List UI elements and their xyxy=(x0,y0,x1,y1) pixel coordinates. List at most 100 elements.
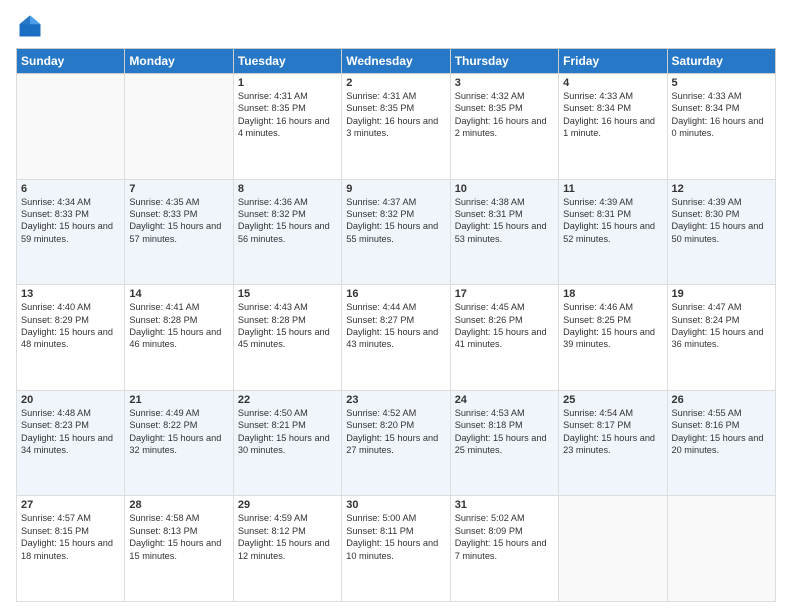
day-number: 9 xyxy=(346,183,445,195)
calendar-cell: 2Sunrise: 4:31 AM Sunset: 8:35 PM Daylig… xyxy=(342,74,450,180)
day-info: Sunrise: 4:31 AM Sunset: 8:35 PM Dayligh… xyxy=(238,90,337,140)
day-info: Sunrise: 4:33 AM Sunset: 8:34 PM Dayligh… xyxy=(563,90,662,140)
calendar-week-row: 20Sunrise: 4:48 AM Sunset: 8:23 PM Dayli… xyxy=(17,390,776,496)
day-info: Sunrise: 4:59 AM Sunset: 8:12 PM Dayligh… xyxy=(238,512,337,562)
day-number: 15 xyxy=(238,288,337,300)
day-number: 23 xyxy=(346,394,445,406)
day-info: Sunrise: 4:43 AM Sunset: 8:28 PM Dayligh… xyxy=(238,301,337,351)
calendar-week-row: 27Sunrise: 4:57 AM Sunset: 8:15 PM Dayli… xyxy=(17,496,776,602)
calendar-cell: 22Sunrise: 4:50 AM Sunset: 8:21 PM Dayli… xyxy=(233,390,341,496)
day-info: Sunrise: 4:33 AM Sunset: 8:34 PM Dayligh… xyxy=(672,90,771,140)
calendar-cell: 23Sunrise: 4:52 AM Sunset: 8:20 PM Dayli… xyxy=(342,390,450,496)
header xyxy=(16,12,776,40)
calendar-cell: 19Sunrise: 4:47 AM Sunset: 8:24 PM Dayli… xyxy=(667,285,775,391)
calendar-cell: 7Sunrise: 4:35 AM Sunset: 8:33 PM Daylig… xyxy=(125,179,233,285)
day-number: 8 xyxy=(238,183,337,195)
calendar-week-row: 13Sunrise: 4:40 AM Sunset: 8:29 PM Dayli… xyxy=(17,285,776,391)
day-info: Sunrise: 4:47 AM Sunset: 8:24 PM Dayligh… xyxy=(672,301,771,351)
day-number: 31 xyxy=(455,499,554,511)
day-number: 27 xyxy=(21,499,120,511)
day-number: 4 xyxy=(563,77,662,89)
weekday-header-row: SundayMondayTuesdayWednesdayThursdayFrid… xyxy=(17,49,776,74)
weekday-header-thursday: Thursday xyxy=(450,49,558,74)
day-info: Sunrise: 4:44 AM Sunset: 8:27 PM Dayligh… xyxy=(346,301,445,351)
calendar-cell: 26Sunrise: 4:55 AM Sunset: 8:16 PM Dayli… xyxy=(667,390,775,496)
calendar-cell: 10Sunrise: 4:38 AM Sunset: 8:31 PM Dayli… xyxy=(450,179,558,285)
day-info: Sunrise: 4:31 AM Sunset: 8:35 PM Dayligh… xyxy=(346,90,445,140)
page: SundayMondayTuesdayWednesdayThursdayFrid… xyxy=(0,0,792,612)
day-info: Sunrise: 4:48 AM Sunset: 8:23 PM Dayligh… xyxy=(21,407,120,457)
day-number: 24 xyxy=(455,394,554,406)
day-info: Sunrise: 4:46 AM Sunset: 8:25 PM Dayligh… xyxy=(563,301,662,351)
day-info: Sunrise: 4:58 AM Sunset: 8:13 PM Dayligh… xyxy=(129,512,228,562)
day-number: 10 xyxy=(455,183,554,195)
day-info: Sunrise: 4:36 AM Sunset: 8:32 PM Dayligh… xyxy=(238,196,337,246)
day-info: Sunrise: 4:45 AM Sunset: 8:26 PM Dayligh… xyxy=(455,301,554,351)
calendar-cell: 28Sunrise: 4:58 AM Sunset: 8:13 PM Dayli… xyxy=(125,496,233,602)
calendar-cell: 21Sunrise: 4:49 AM Sunset: 8:22 PM Dayli… xyxy=(125,390,233,496)
logo xyxy=(16,12,48,40)
calendar-cell xyxy=(125,74,233,180)
calendar-cell: 8Sunrise: 4:36 AM Sunset: 8:32 PM Daylig… xyxy=(233,179,341,285)
calendar-cell: 24Sunrise: 4:53 AM Sunset: 8:18 PM Dayli… xyxy=(450,390,558,496)
calendar-cell: 6Sunrise: 4:34 AM Sunset: 8:33 PM Daylig… xyxy=(17,179,125,285)
weekday-header-friday: Friday xyxy=(559,49,667,74)
day-info: Sunrise: 4:38 AM Sunset: 8:31 PM Dayligh… xyxy=(455,196,554,246)
day-number: 5 xyxy=(672,77,771,89)
calendar-table: SundayMondayTuesdayWednesdayThursdayFrid… xyxy=(16,48,776,602)
day-number: 20 xyxy=(21,394,120,406)
day-number: 30 xyxy=(346,499,445,511)
calendar-cell: 1Sunrise: 4:31 AM Sunset: 8:35 PM Daylig… xyxy=(233,74,341,180)
calendar-cell: 17Sunrise: 4:45 AM Sunset: 8:26 PM Dayli… xyxy=(450,285,558,391)
day-number: 6 xyxy=(21,183,120,195)
calendar-cell: 13Sunrise: 4:40 AM Sunset: 8:29 PM Dayli… xyxy=(17,285,125,391)
day-info: Sunrise: 4:53 AM Sunset: 8:18 PM Dayligh… xyxy=(455,407,554,457)
day-number: 14 xyxy=(129,288,228,300)
day-info: Sunrise: 4:54 AM Sunset: 8:17 PM Dayligh… xyxy=(563,407,662,457)
calendar-cell: 14Sunrise: 4:41 AM Sunset: 8:28 PM Dayli… xyxy=(125,285,233,391)
day-number: 17 xyxy=(455,288,554,300)
calendar-cell xyxy=(17,74,125,180)
weekday-header-saturday: Saturday xyxy=(667,49,775,74)
day-number: 19 xyxy=(672,288,771,300)
day-number: 22 xyxy=(238,394,337,406)
calendar-cell: 15Sunrise: 4:43 AM Sunset: 8:28 PM Dayli… xyxy=(233,285,341,391)
calendar-cell xyxy=(667,496,775,602)
day-info: Sunrise: 4:39 AM Sunset: 8:31 PM Dayligh… xyxy=(563,196,662,246)
weekday-header-monday: Monday xyxy=(125,49,233,74)
day-number: 2 xyxy=(346,77,445,89)
day-info: Sunrise: 4:37 AM Sunset: 8:32 PM Dayligh… xyxy=(346,196,445,246)
calendar-cell xyxy=(559,496,667,602)
weekday-header-wednesday: Wednesday xyxy=(342,49,450,74)
day-info: Sunrise: 4:52 AM Sunset: 8:20 PM Dayligh… xyxy=(346,407,445,457)
day-info: Sunrise: 4:40 AM Sunset: 8:29 PM Dayligh… xyxy=(21,301,120,351)
weekday-header-tuesday: Tuesday xyxy=(233,49,341,74)
calendar-cell: 16Sunrise: 4:44 AM Sunset: 8:27 PM Dayli… xyxy=(342,285,450,391)
day-info: Sunrise: 5:00 AM Sunset: 8:11 PM Dayligh… xyxy=(346,512,445,562)
day-number: 7 xyxy=(129,183,228,195)
day-info: Sunrise: 4:49 AM Sunset: 8:22 PM Dayligh… xyxy=(129,407,228,457)
day-info: Sunrise: 4:41 AM Sunset: 8:28 PM Dayligh… xyxy=(129,301,228,351)
calendar-cell: 20Sunrise: 4:48 AM Sunset: 8:23 PM Dayli… xyxy=(17,390,125,496)
calendar-cell: 5Sunrise: 4:33 AM Sunset: 8:34 PM Daylig… xyxy=(667,74,775,180)
day-number: 13 xyxy=(21,288,120,300)
day-number: 26 xyxy=(672,394,771,406)
weekday-header-sunday: Sunday xyxy=(17,49,125,74)
day-number: 12 xyxy=(672,183,771,195)
day-info: Sunrise: 4:57 AM Sunset: 8:15 PM Dayligh… xyxy=(21,512,120,562)
day-number: 21 xyxy=(129,394,228,406)
calendar-cell: 29Sunrise: 4:59 AM Sunset: 8:12 PM Dayli… xyxy=(233,496,341,602)
day-info: Sunrise: 4:34 AM Sunset: 8:33 PM Dayligh… xyxy=(21,196,120,246)
day-number: 25 xyxy=(563,394,662,406)
day-info: Sunrise: 4:50 AM Sunset: 8:21 PM Dayligh… xyxy=(238,407,337,457)
calendar-cell: 12Sunrise: 4:39 AM Sunset: 8:30 PM Dayli… xyxy=(667,179,775,285)
day-info: Sunrise: 4:55 AM Sunset: 8:16 PM Dayligh… xyxy=(672,407,771,457)
calendar-cell: 18Sunrise: 4:46 AM Sunset: 8:25 PM Dayli… xyxy=(559,285,667,391)
calendar-cell: 25Sunrise: 4:54 AM Sunset: 8:17 PM Dayli… xyxy=(559,390,667,496)
day-number: 18 xyxy=(563,288,662,300)
day-number: 1 xyxy=(238,77,337,89)
day-number: 28 xyxy=(129,499,228,511)
calendar-week-row: 1Sunrise: 4:31 AM Sunset: 8:35 PM Daylig… xyxy=(17,74,776,180)
day-number: 3 xyxy=(455,77,554,89)
day-number: 29 xyxy=(238,499,337,511)
